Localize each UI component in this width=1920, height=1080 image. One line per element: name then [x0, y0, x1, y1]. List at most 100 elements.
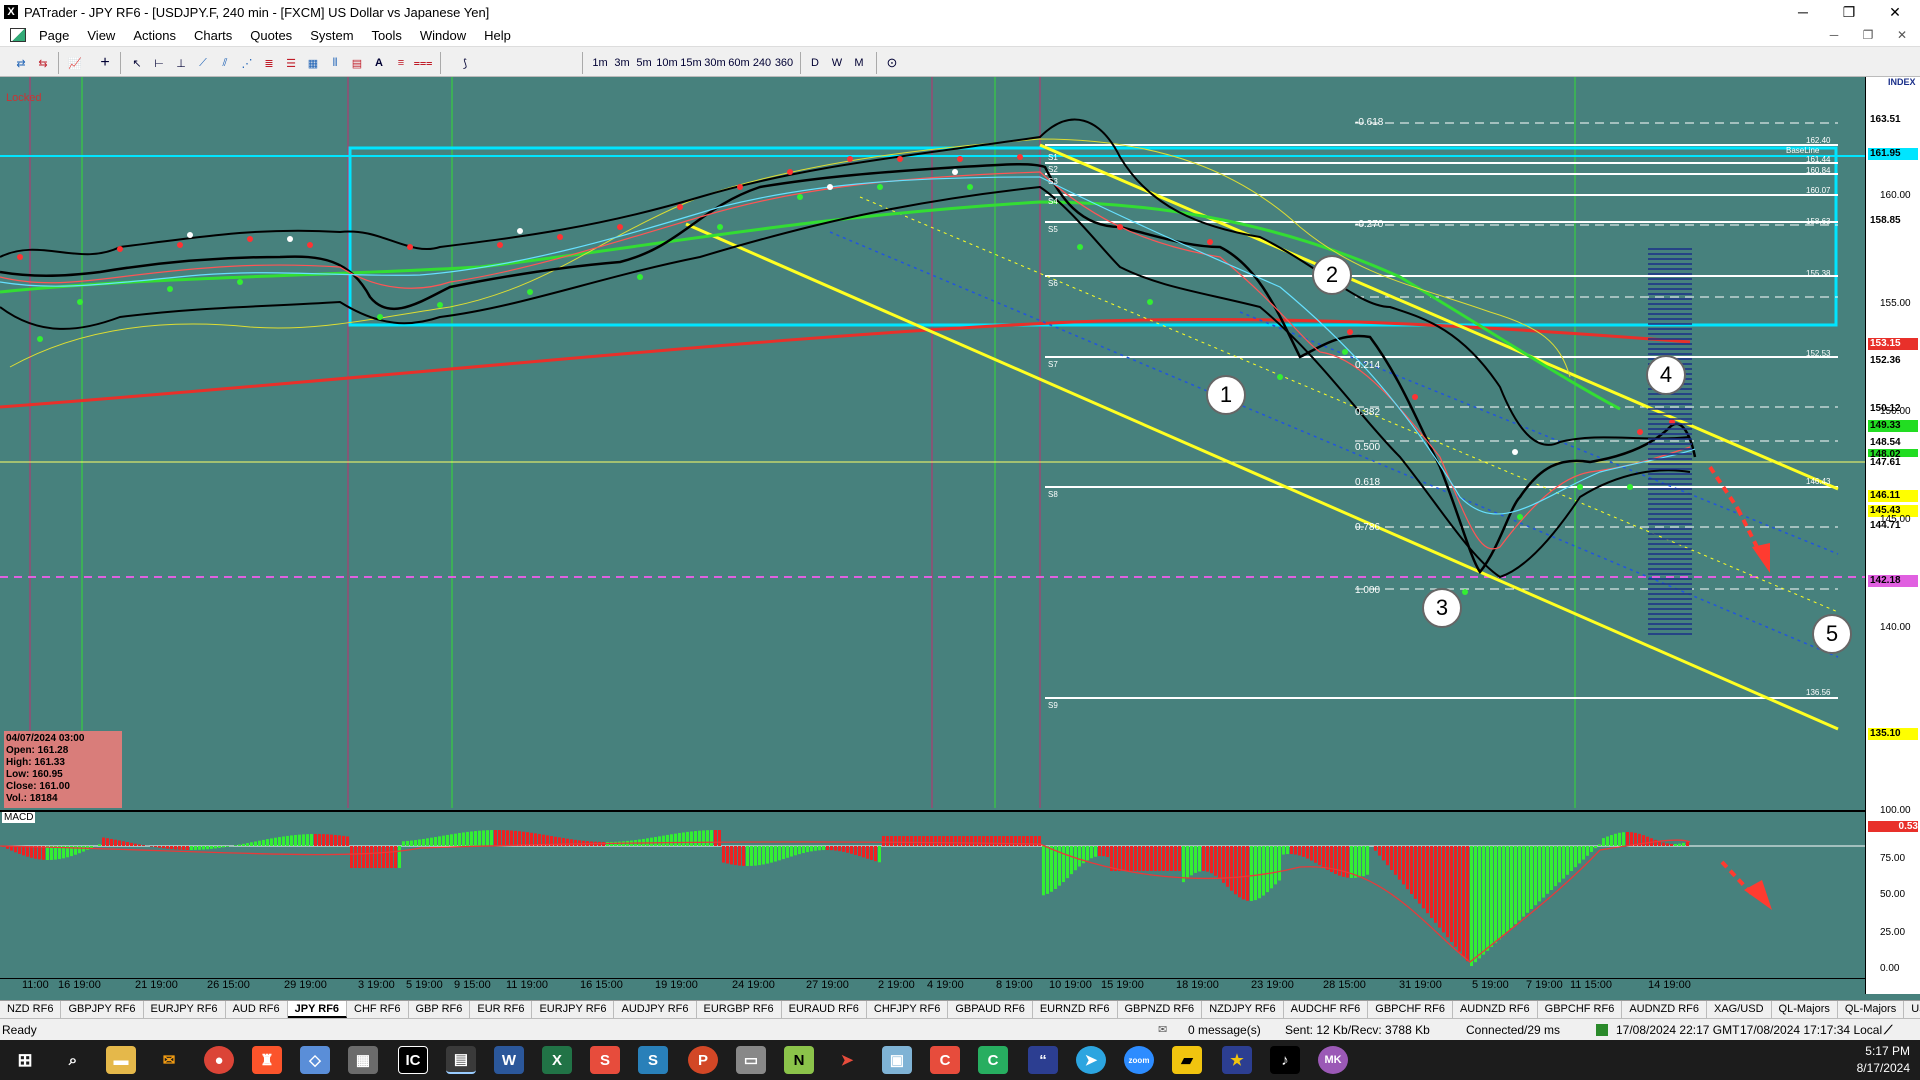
symbol-tab[interactable]: EURJPY RF6: [532, 1001, 615, 1018]
timeframe-1m[interactable]: 1m: [592, 54, 608, 72]
sticky-notes-icon[interactable]: ▰: [1172, 1046, 1202, 1074]
unlink-tool-icon[interactable]: ⇆: [34, 54, 52, 72]
menu-help[interactable]: Help: [475, 28, 520, 43]
menu-actions[interactable]: Actions: [124, 28, 185, 43]
cycle-lines-icon[interactable]: ⦀: [326, 54, 344, 72]
symbol-tab[interactable]: QL-Majors: [1838, 1001, 1905, 1018]
link-tool-icon[interactable]: ⇄: [12, 54, 30, 72]
app-c-icon[interactable]: C: [930, 1046, 960, 1074]
menu-charts[interactable]: Charts: [185, 28, 241, 43]
price-chart-svg[interactable]: [0, 77, 1865, 808]
timeframe-3m[interactable]: 3m: [614, 54, 630, 72]
price-label-icon[interactable]: ≡: [392, 54, 410, 72]
mail-icon[interactable]: ✉: [154, 1046, 184, 1074]
word-icon[interactable]: W: [494, 1046, 524, 1074]
symbol-tab[interactable]: GBPAUD RF6: [948, 1001, 1033, 1018]
symbol-tab[interactable]: EUR RF6: [470, 1001, 533, 1018]
indicator-icon[interactable]: 📈: [66, 54, 84, 72]
windows-start-icon[interactable]: ⊞: [10, 1046, 40, 1074]
file-explorer-icon[interactable]: ▬: [106, 1046, 136, 1074]
symbol-tab[interactable]: AUD RF6: [226, 1001, 288, 1018]
symbol-tab[interactable]: EURNZD RF6: [1033, 1001, 1118, 1018]
symbol-tab[interactable]: EURAUD RF6: [782, 1001, 867, 1018]
patrader-icon[interactable]: ▤: [446, 1046, 476, 1074]
symbol-tab[interactable]: AUDJPY RF6: [614, 1001, 697, 1018]
period-daily[interactable]: D: [808, 54, 822, 72]
price-pane[interactable]: Locked -0.618 -0.270 0.214 0.382 0.500 0…: [0, 77, 1865, 808]
price-axis[interactable]: INDEX 163.51 161.95 158.85 153.15 152.36 150.…: [1865, 77, 1920, 994]
gann-icon[interactable]: ▦: [304, 54, 322, 72]
zoom-icon[interactable]: zoom: [1124, 1046, 1154, 1074]
calculator-icon[interactable]: ▦: [348, 1046, 378, 1074]
channel-icon[interactable]: ⫽: [216, 54, 234, 72]
menu-view[interactable]: View: [78, 28, 124, 43]
menu-page[interactable]: Page: [30, 28, 78, 43]
text-tool-icon[interactable]: A: [370, 54, 388, 72]
zigzag-icon[interactable]: ⟆: [456, 54, 474, 72]
clock-icon[interactable]: ⊙: [884, 54, 900, 72]
app-photo-icon[interactable]: ▣: [882, 1046, 912, 1074]
menu-tools[interactable]: Tools: [363, 28, 411, 43]
menu-window[interactable]: Window: [411, 28, 475, 43]
app-star-icon[interactable]: ★: [1222, 1046, 1252, 1074]
symbol-tab[interactable]: EURJPY RF6: [144, 1001, 226, 1018]
symbol-tab[interactable]: CHF RF6: [347, 1001, 409, 1018]
mdi-close-button[interactable]: ✕: [1888, 26, 1916, 44]
fan-icon[interactable]: ⋰: [238, 54, 256, 72]
status-messages[interactable]: 0 message(s): [1188, 1023, 1261, 1037]
symbol-tab[interactable]: GBPCHF RF6: [1538, 1001, 1623, 1018]
close-button[interactable]: ✕: [1872, 0, 1918, 24]
macd-pane[interactable]: MACD: [0, 810, 1865, 970]
chrome-icon[interactable]: ●: [204, 1046, 234, 1074]
symbol-tab[interactable]: GBP RF6: [409, 1001, 471, 1018]
symbol-tab[interactable]: GBPCHF RF6: [1368, 1001, 1453, 1018]
symbol-tab[interactable]: QL-Majors: [1772, 1001, 1838, 1018]
avatar[interactable]: MK: [1318, 1046, 1348, 1074]
vertical-line-icon[interactable]: ⊥: [172, 54, 190, 72]
symbol-tab[interactable]: JPY RF6: [287, 1001, 348, 1018]
ic-markets-icon[interactable]: IC: [398, 1046, 428, 1074]
rectangle-icon[interactable]: ▤: [348, 54, 366, 72]
symbol-tab[interactable]: NZDJPY RF6: [1202, 1001, 1284, 1018]
app-quote-icon[interactable]: “: [1028, 1046, 1058, 1074]
telegram-icon[interactable]: ➤: [1076, 1046, 1106, 1074]
symbol-tab[interactable]: GBPJPY RF6: [61, 1001, 144, 1018]
symbol-tab[interactable]: NZD RF6: [0, 1001, 62, 1018]
fibonacci-icon[interactable]: ≣: [260, 54, 278, 72]
search-icon[interactable]: ⌕: [58, 1046, 88, 1074]
timeframe-10m[interactable]: 10m: [656, 54, 678, 72]
mdi-minimize-button[interactable]: ─: [1820, 26, 1848, 44]
app-n-icon[interactable]: N: [784, 1046, 814, 1074]
symbol-tab[interactable]: CHFJPY RF6: [867, 1001, 949, 1018]
levels-icon[interactable]: ⩶: [414, 54, 433, 72]
period-weekly[interactable]: W: [830, 54, 844, 72]
timeframe-60m[interactable]: 60m: [728, 54, 750, 72]
symbol-tab[interactable]: EURGBP RF6: [697, 1001, 782, 1018]
app-arrow-icon[interactable]: ➤: [832, 1046, 862, 1074]
timeframe-5m[interactable]: 5m: [636, 54, 652, 72]
crosshair-icon[interactable]: +: [96, 54, 114, 72]
symbol-tab[interactable]: AUDNZD RF6: [1622, 1001, 1707, 1018]
minimize-button[interactable]: ─: [1780, 0, 1826, 24]
app-c-green-icon[interactable]: C: [978, 1046, 1008, 1074]
powerpoint-icon[interactable]: P: [688, 1046, 718, 1074]
app-s-icon[interactable]: S: [590, 1046, 620, 1074]
menu-quotes[interactable]: Quotes: [241, 28, 301, 43]
horizontal-line-icon[interactable]: ⊢: [150, 54, 168, 72]
symbol-tab[interactable]: GBPNZD RF6: [1118, 1001, 1203, 1018]
maximize-button[interactable]: ❐: [1826, 0, 1872, 24]
chart-window[interactable]: Locked -0.618 -0.270 0.214 0.382 0.500 0…: [0, 77, 1920, 1008]
app-window-icon[interactable]: ▭: [736, 1046, 766, 1074]
timeframe-15m[interactable]: 15m: [680, 54, 702, 72]
tiktok-icon[interactable]: ♪: [1270, 1046, 1300, 1074]
mdi-restore-button[interactable]: ❐: [1854, 26, 1882, 44]
brave-icon[interactable]: ♜: [252, 1046, 282, 1074]
trend-line-icon[interactable]: ⟋: [194, 54, 212, 72]
timeframe-240[interactable]: 240: [752, 54, 772, 72]
menu-system[interactable]: System: [301, 28, 362, 43]
symbol-tab[interactable]: AUDNZD RF6: [1453, 1001, 1538, 1018]
app-s-blue-icon[interactable]: S: [638, 1046, 668, 1074]
period-monthly[interactable]: M: [852, 54, 866, 72]
pointer-icon[interactable]: ↖: [128, 54, 146, 72]
timeframe-360[interactable]: 360: [774, 54, 794, 72]
